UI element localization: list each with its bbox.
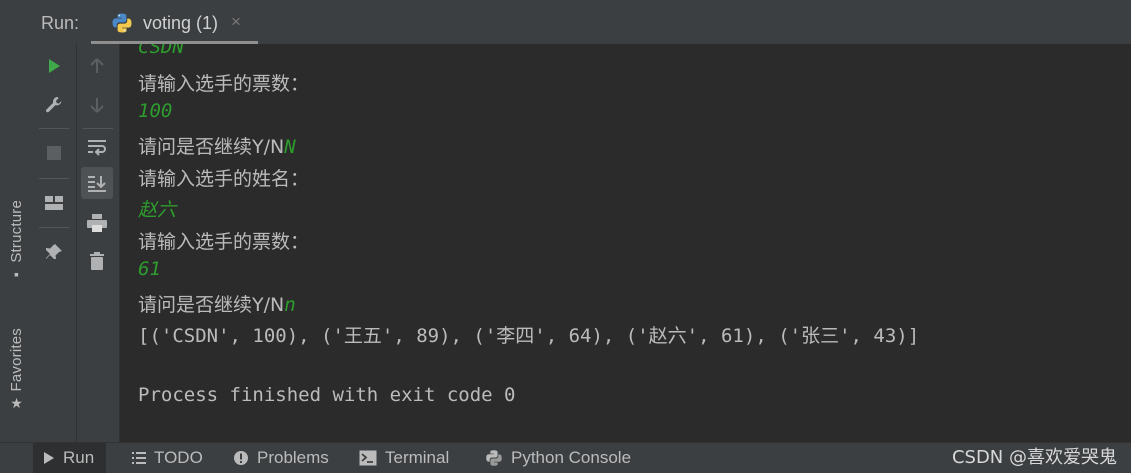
console-prompt-line: 请输入选手的票数：: [138, 231, 310, 253]
tab-todo[interactable]: TODO: [132, 443, 203, 473]
soft-wrap-icon: [88, 140, 106, 156]
print-icon: [87, 214, 107, 232]
layout-icon: [45, 196, 63, 210]
console-input-line: 61: [138, 258, 161, 280]
soft-wrap-button[interactable]: [81, 131, 113, 163]
console-output[interactable]: CSDN 请输入选手的票数： 100 请问是否继续Y/NN 请输入选手的姓名： …: [120, 44, 1131, 442]
tab-voting[interactable]: voting (1) ×: [91, 0, 258, 44]
structure-tab-label: Structure: [8, 200, 25, 263]
console-prompt-line: 请问是否继续Y/NN: [138, 132, 296, 159]
print-button[interactable]: [81, 207, 113, 239]
tab-terminal[interactable]: Terminal: [359, 443, 449, 473]
run-tab-icon: [43, 451, 55, 465]
console-prompt-line: 请输入选手的姓名：: [138, 168, 310, 190]
restore-layout-button[interactable]: [38, 187, 70, 219]
console-input-line: CSDN: [138, 44, 184, 58]
star-icon: ★: [10, 394, 23, 411]
tab-run-label: Run: [63, 448, 95, 467]
up-button[interactable]: [81, 50, 113, 82]
toolbar-separator: [39, 227, 69, 228]
down-button[interactable]: [81, 89, 113, 121]
toolbar-separator: [39, 128, 69, 129]
console-prompt-line: 请输入选手的票数：: [138, 73, 310, 95]
structure-icon: ▪: [14, 265, 19, 282]
tab-run[interactable]: Run: [33, 443, 107, 473]
wrench-icon: [46, 97, 62, 113]
tab-problems[interactable]: Problems: [233, 443, 329, 473]
scroll-to-end-button[interactable]: [81, 167, 113, 199]
tab-terminal-label: Terminal: [385, 448, 450, 467]
play-icon: [49, 59, 60, 73]
console-input-line: 赵六: [138, 199, 177, 221]
pin-tab-button[interactable]: [38, 236, 70, 268]
tab-python-console[interactable]: Python Console: [485, 443, 631, 473]
python-icon: [112, 13, 132, 33]
left-tool-strip: Structure ▪ Favorites ★: [0, 0, 34, 442]
clear-all-button[interactable]: [81, 245, 113, 277]
run-toolbar-secondary: [77, 44, 120, 442]
tab-todo-label: TODO: [154, 448, 203, 467]
console-prompt-line: 请问是否继续Y/Nn: [138, 290, 296, 317]
favorites-tab-label: Favorites: [8, 328, 25, 392]
toolbar-separator: [83, 128, 113, 129]
edit-configuration-button[interactable]: [38, 89, 70, 121]
close-icon[interactable]: ×: [231, 12, 241, 32]
process-finished-line: Process finished with exit code 0: [138, 384, 516, 406]
todo-list-icon: [132, 452, 146, 464]
watermark: CSDN @喜欢爱哭鬼: [951, 447, 1117, 468]
structure-tab[interactable]: Structure ▪: [0, 200, 33, 281]
problems-icon: [233, 450, 249, 466]
console-input-line: 100: [138, 100, 173, 122]
tab-problems-label: Problems: [257, 448, 329, 467]
run-header: Run: voting (1) ×: [33, 0, 1131, 45]
scroll-to-end-icon: [88, 176, 106, 192]
arrow-up-icon: [90, 58, 104, 73]
terminal-icon: [359, 450, 377, 466]
console-prompt-text: 请问是否继续Y/N: [138, 136, 285, 158]
python-console-icon: [485, 449, 503, 467]
run-toolbar-primary: [33, 44, 77, 442]
console-prompt-text: 请问是否继续Y/N: [138, 294, 285, 316]
stop-icon: [47, 146, 61, 160]
rerun-button[interactable]: [38, 50, 70, 82]
console-input-text: n: [284, 294, 296, 316]
stop-button[interactable]: [38, 137, 70, 169]
run-label: Run:: [41, 13, 80, 33]
console-output-line: [('CSDN', 100), ('王五', 89), ('李四', 64), …: [138, 325, 920, 347]
tab-title: voting (1): [143, 13, 219, 33]
trash-icon: [90, 252, 104, 270]
favorites-tab[interactable]: Favorites ★: [0, 328, 33, 410]
toolbar-separator: [39, 178, 69, 179]
tab-python-console-label: Python Console: [511, 448, 632, 467]
pin-icon: [46, 244, 62, 259]
console-input-text: N: [284, 136, 296, 158]
arrow-down-icon: [90, 98, 104, 113]
